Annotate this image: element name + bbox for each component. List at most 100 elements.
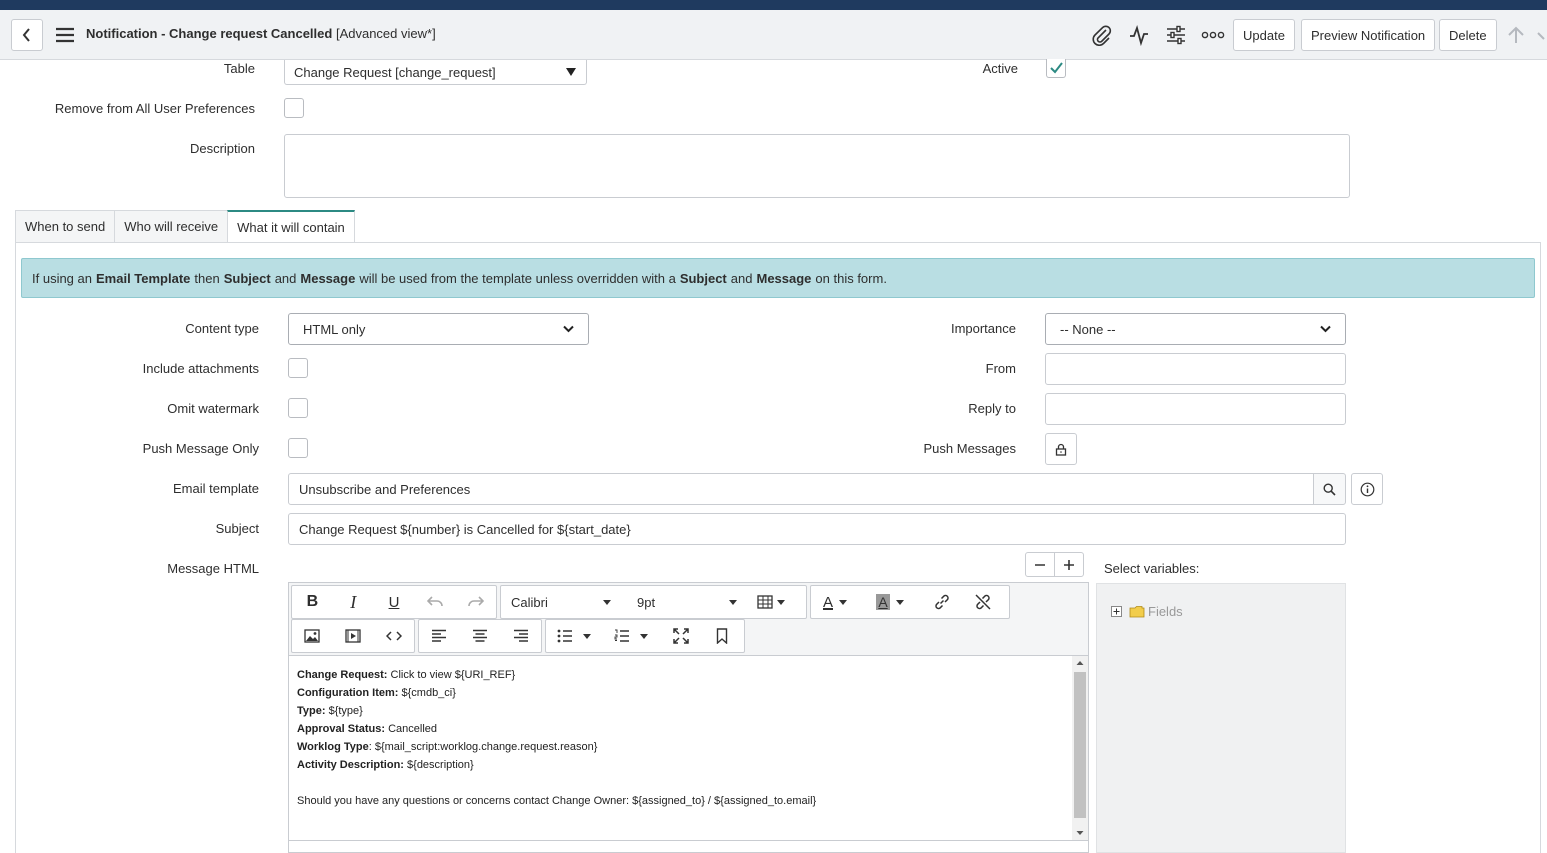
omit-watermark-label: Omit watermark bbox=[167, 401, 259, 416]
table-select-value: Change Request [change_request] bbox=[294, 64, 496, 80]
redo-icon[interactable] bbox=[455, 586, 496, 618]
message-html-editor[interactable]: Change Request: Click to view ${URI_REF}… bbox=[288, 655, 1089, 853]
tab-what-it-will-contain[interactable]: What it will contain bbox=[227, 210, 355, 243]
unlink-icon[interactable] bbox=[962, 586, 1003, 618]
remove-preferences-label: Remove from All User Preferences bbox=[54, 101, 255, 116]
delete-button[interactable]: Delete bbox=[1439, 19, 1497, 51]
video-icon[interactable] bbox=[333, 620, 374, 652]
toolbar-group-lists bbox=[545, 619, 745, 653]
editor-line: Type: ${type} bbox=[297, 705, 363, 717]
align-center-icon[interactable] bbox=[460, 620, 501, 652]
update-button[interactable]: Update bbox=[1233, 19, 1295, 51]
omit-watermark-checkbox[interactable] bbox=[288, 398, 308, 418]
email-template-input[interactable]: Unsubscribe and Preferences bbox=[288, 473, 1314, 505]
minus-icon bbox=[1035, 563, 1045, 566]
tab-who-will-receive[interactable]: Who will receive bbox=[114, 210, 229, 243]
font-family-select[interactable]: Calibri bbox=[501, 586, 621, 618]
image-icon[interactable] bbox=[292, 620, 333, 652]
info-text: then bbox=[194, 270, 220, 286]
hamburger-menu-icon[interactable] bbox=[53, 23, 77, 47]
source-code-icon[interactable] bbox=[373, 620, 414, 652]
description-label: Description bbox=[189, 141, 255, 156]
scrollbar-thumb[interactable] bbox=[1074, 672, 1086, 818]
activity-icon[interactable] bbox=[1127, 23, 1151, 47]
align-left-icon[interactable] bbox=[419, 620, 460, 652]
shrink-editor-button[interactable] bbox=[1025, 552, 1055, 577]
back-button[interactable] bbox=[11, 19, 43, 51]
underline-icon[interactable]: U bbox=[374, 586, 415, 618]
editor-line: Configuration Item: ${cmdb_ci} bbox=[297, 687, 456, 699]
arrow-up-icon[interactable] bbox=[1504, 23, 1528, 47]
font-size-value: 9pt bbox=[637, 594, 656, 610]
bullet-list-icon[interactable] bbox=[546, 620, 602, 652]
include-attachments-checkbox[interactable] bbox=[288, 358, 308, 378]
importance-select[interactable]: -- None -- bbox=[1045, 313, 1346, 345]
settings-sliders-icon[interactable] bbox=[1164, 23, 1188, 47]
text-color-icon[interactable]: A bbox=[811, 586, 859, 618]
subject-input[interactable]: Change Request ${number} is Cancelled fo… bbox=[288, 513, 1346, 545]
active-checkbox[interactable] bbox=[1046, 59, 1066, 78]
tab-bar: When to send Who will receive What it wi… bbox=[15, 210, 355, 243]
chevron-left-icon bbox=[22, 28, 30, 42]
info-bold: Message bbox=[756, 270, 812, 286]
link-icon[interactable] bbox=[921, 586, 962, 618]
expand-plus-icon[interactable] bbox=[1111, 606, 1122, 617]
info-text: and bbox=[730, 270, 753, 286]
arrow-down-icon[interactable] bbox=[1536, 23, 1547, 47]
include-attachments-label: Include attachments bbox=[142, 361, 259, 376]
top-banner bbox=[0, 0, 1547, 10]
from-input[interactable] bbox=[1045, 353, 1346, 385]
editor-scrollbar[interactable] bbox=[1072, 656, 1088, 840]
toolbar-group-font: Calibri 9pt bbox=[500, 585, 807, 619]
expand-editor-button[interactable] bbox=[1054, 552, 1084, 577]
scroll-up-icon[interactable] bbox=[1072, 656, 1088, 670]
tab-when-to-send[interactable]: When to send bbox=[15, 210, 116, 243]
italic-icon[interactable]: I bbox=[333, 586, 374, 618]
table-select[interactable]: Change Request [change_request] bbox=[284, 60, 587, 85]
chevron-down-icon bbox=[1320, 325, 1331, 333]
toolbar-group-color: A A bbox=[810, 585, 1010, 619]
bookmark-icon[interactable] bbox=[701, 620, 742, 652]
info-bold: Email Template bbox=[96, 270, 191, 286]
plus-icon bbox=[1064, 559, 1074, 570]
description-textarea[interactable] bbox=[284, 134, 1350, 198]
email-template-info-button[interactable] bbox=[1351, 473, 1383, 505]
table-label: Table bbox=[223, 61, 255, 76]
push-message-only-label: Push Message Only bbox=[142, 441, 259, 456]
toolbar-group-format: B I U bbox=[291, 585, 497, 619]
remove-preferences-checkbox[interactable] bbox=[284, 98, 304, 118]
fields-tree-node[interactable]: Fields bbox=[1111, 604, 1183, 619]
scroll-down-icon[interactable] bbox=[1072, 826, 1088, 840]
chevron-down-icon bbox=[563, 325, 574, 333]
font-size-select[interactable]: 9pt bbox=[621, 586, 743, 618]
preview-notification-button[interactable]: Preview Notification bbox=[1301, 19, 1436, 51]
fullscreen-icon[interactable] bbox=[660, 620, 701, 652]
subject-label: Subject bbox=[215, 521, 259, 536]
caret-down-icon bbox=[603, 599, 611, 605]
editor-line: Change Request: Click to view ${URI_REF} bbox=[297, 669, 516, 681]
info-bold: Subject bbox=[679, 270, 727, 286]
content-type-select[interactable]: HTML only bbox=[288, 313, 589, 345]
push-messages-lock-button[interactable] bbox=[1045, 433, 1077, 465]
push-messages-label: Push Messages bbox=[923, 441, 1017, 456]
editor-content[interactable]: Change Request: Click to view ${URI_REF}… bbox=[297, 666, 816, 810]
font-family-value: Calibri bbox=[511, 594, 548, 610]
from-label: From bbox=[985, 361, 1016, 376]
more-icon[interactable] bbox=[1201, 23, 1225, 47]
background-color-icon[interactable]: A bbox=[859, 586, 921, 618]
bold-icon[interactable]: B bbox=[292, 586, 333, 618]
email-template-lookup-button[interactable] bbox=[1313, 473, 1346, 505]
info-text: on this form. bbox=[815, 270, 887, 286]
push-message-only-checkbox[interactable] bbox=[288, 438, 308, 458]
paperclip-icon[interactable] bbox=[1090, 23, 1114, 47]
align-right-icon[interactable] bbox=[500, 620, 541, 652]
caret-down-icon bbox=[729, 599, 737, 605]
content-type-value: HTML only bbox=[303, 321, 366, 337]
reply-to-input[interactable] bbox=[1045, 393, 1346, 425]
undo-icon[interactable] bbox=[414, 586, 455, 618]
table-insert-icon[interactable] bbox=[743, 586, 798, 618]
numbered-list-icon[interactable] bbox=[602, 620, 660, 652]
info-text: If using an bbox=[32, 270, 92, 286]
reply-to-label: Reply to bbox=[968, 401, 1016, 416]
